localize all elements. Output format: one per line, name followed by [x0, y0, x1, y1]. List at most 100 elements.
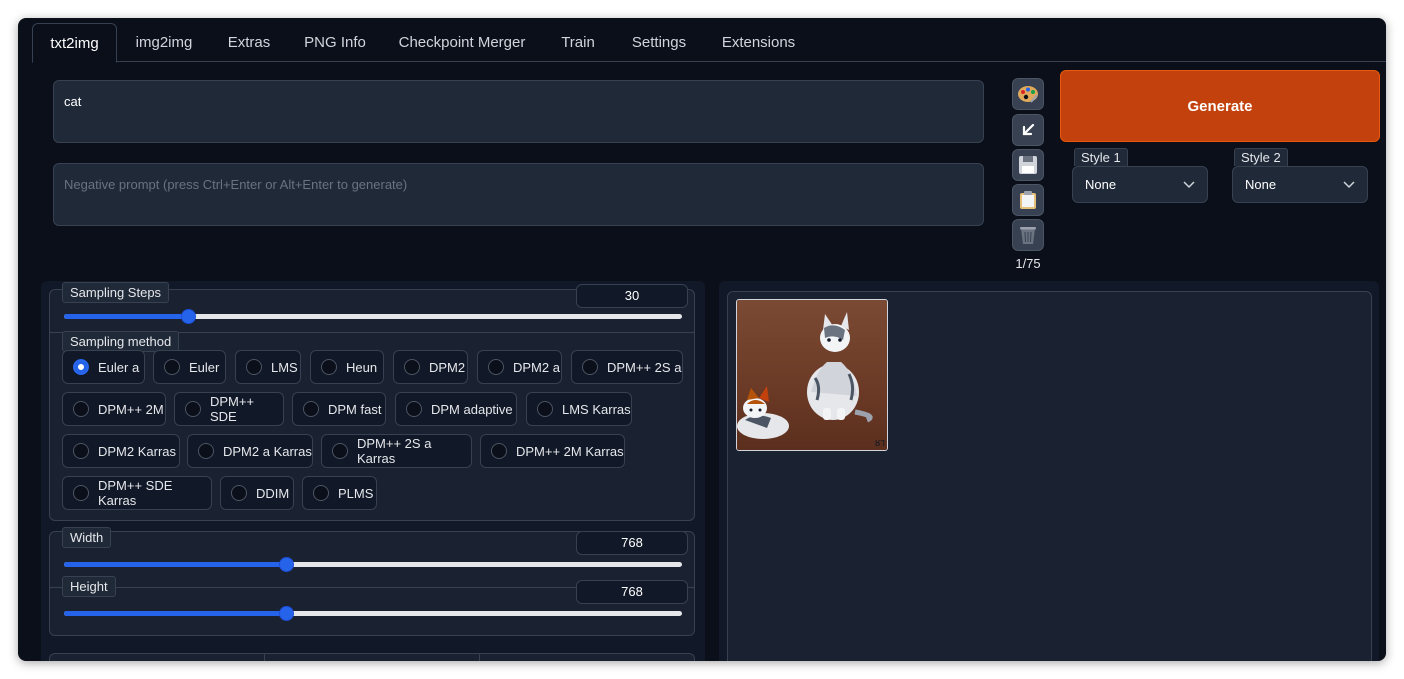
radio-lms[interactable]: LMS: [235, 350, 301, 384]
save-style-button[interactable]: [1012, 149, 1044, 181]
clipboard-icon: [1020, 191, 1036, 209]
height-label: Height: [62, 576, 116, 597]
radio-dot: [231, 485, 247, 501]
style-2-label: Style 2: [1234, 148, 1288, 166]
settings-panel: Sampling Steps 30 Sampling method Euler …: [41, 281, 705, 661]
chevron-down-icon: [1343, 181, 1355, 189]
radio-dot: [303, 401, 319, 417]
radio-dot: [73, 443, 89, 459]
svg-text:LЯ: LЯ: [875, 438, 885, 447]
style-1-select[interactable]: None: [1072, 166, 1208, 203]
negative-prompt-input[interactable]: Negative prompt (press Ctrl+Enter or Alt…: [53, 163, 984, 226]
style-1-label: Style 1: [1074, 148, 1128, 166]
output-image-thumbnail[interactable]: LЯ: [736, 299, 888, 451]
arrow-down-left-icon: [1022, 123, 1035, 136]
radio-euler-a[interactable]: Euler a: [62, 350, 145, 384]
height-thumb[interactable]: [279, 606, 295, 621]
height-slider[interactable]: [64, 606, 682, 621]
style-1-value: None: [1085, 177, 1117, 192]
radio-label: DPM2 a: [513, 359, 560, 375]
radio-dot: [406, 401, 422, 417]
radio-heun[interactable]: Heun: [310, 350, 384, 384]
tab-train[interactable]: Train: [545, 23, 611, 62]
save-icon: [1019, 156, 1037, 174]
generate-button[interactable]: Generate: [1060, 70, 1380, 142]
chevron-down-icon: [1183, 181, 1195, 189]
height-fill: [64, 611, 287, 616]
radio-dpm2-a[interactable]: DPM2 a: [477, 350, 562, 384]
radio-dot: [332, 443, 348, 459]
radio-dot: [164, 359, 180, 375]
radio-dpmpp-2s-a[interactable]: DPM++ 2S a: [571, 350, 683, 384]
tab-txt2img[interactable]: txt2img: [32, 23, 117, 63]
radio-label: DPM++ SDE: [210, 394, 255, 424]
read-params-button[interactable]: [1012, 114, 1044, 146]
radio-dot: [246, 359, 262, 375]
output-panel: LЯ: [719, 281, 1379, 661]
output-gallery: LЯ: [727, 291, 1372, 661]
tab-png-info[interactable]: PNG Info: [291, 23, 379, 62]
radio-dpm-fast[interactable]: DPM fast: [292, 392, 386, 426]
radio-label: DPM fast: [328, 401, 382, 417]
cat-image: LЯ: [737, 300, 887, 450]
width-input[interactable]: 768: [576, 531, 688, 555]
radio-dot: [73, 401, 89, 417]
radio-dpmpp-sde[interactable]: DPM++ SDE: [174, 392, 284, 426]
radio-label: DPM++ 2M: [98, 401, 164, 417]
radio-label: LMS: [271, 359, 298, 375]
radio-label: DPM++ SDE Karras: [98, 478, 173, 508]
palette-icon: [1018, 86, 1038, 103]
radio-label: DPM2 a Karras: [223, 443, 312, 459]
radio-label: DPM++ 2M Karras: [516, 443, 624, 459]
clear-prompt-button[interactable]: [1012, 219, 1044, 251]
radio-dpmpp-2m-karras[interactable]: DPM++ 2M Karras: [480, 434, 625, 468]
radio-label: Euler: [189, 359, 220, 375]
radio-label: LMS Karras: [562, 401, 631, 417]
width-slider[interactable]: [64, 557, 682, 572]
radio-dpm-adaptive[interactable]: DPM adaptive: [395, 392, 517, 426]
sampling-steps-fill: [64, 314, 188, 319]
radio-label: DPM++ 2S a: [607, 359, 682, 375]
radio-lms-karras[interactable]: LMS Karras: [526, 392, 632, 426]
radio-dpm2-karras[interactable]: DPM2 Karras: [62, 434, 180, 468]
radio-dot: [198, 443, 214, 459]
radio-dot: [537, 401, 553, 417]
divider: [479, 654, 480, 661]
sampling-steps-thumb[interactable]: [180, 309, 196, 324]
width-label: Width: [62, 527, 112, 548]
prompt-input[interactable]: cat: [53, 80, 984, 143]
sampling-steps-input[interactable]: 30: [576, 284, 688, 308]
radio-label: DPM2: [429, 359, 466, 375]
tab-checkpoint-merger[interactable]: Checkpoint Merger: [386, 23, 538, 62]
radio-dpmpp-2m[interactable]: DPM++ 2M: [62, 392, 166, 426]
apply-style-button[interactable]: [1012, 184, 1044, 216]
radio-label: DDIM: [256, 485, 290, 501]
width-fill: [64, 562, 287, 567]
sampling-steps-label: Sampling Steps: [62, 282, 170, 303]
radio-dpmpp-sde-karras[interactable]: DPM++ SDE Karras: [62, 476, 212, 510]
sampling-steps-slider[interactable]: [64, 309, 682, 324]
radio-ddim[interactable]: DDIM: [220, 476, 294, 510]
tab-img2img[interactable]: img2img: [119, 23, 209, 62]
radio-plms[interactable]: PLMS: [302, 476, 377, 510]
tab-settings[interactable]: Settings: [617, 23, 701, 62]
radio-label: Heun: [346, 359, 378, 375]
next-options-block: [49, 653, 695, 661]
radio-label: DPM2 Karras: [98, 443, 177, 459]
radio-dpm2[interactable]: DPM2: [393, 350, 468, 384]
radio-dot: [313, 485, 329, 501]
radio-dpmpp-2s-a-karras[interactable]: DPM++ 2S a Karras: [321, 434, 472, 468]
tab-extras[interactable]: Extras: [214, 23, 284, 62]
radio-dot: [582, 359, 598, 375]
radio-dot: [488, 359, 504, 375]
palette-button[interactable]: [1012, 78, 1044, 110]
tab-extensions[interactable]: Extensions: [708, 23, 809, 62]
radio-dpm2-a-karras[interactable]: DPM2 a Karras: [187, 434, 313, 468]
radio-label: PLMS: [338, 485, 374, 501]
width-thumb[interactable]: [279, 557, 295, 572]
token-counter: 1/75: [1015, 256, 1041, 271]
height-input[interactable]: 768: [576, 580, 688, 604]
style-2-select[interactable]: None: [1232, 166, 1368, 203]
radio-euler[interactable]: Euler: [153, 350, 226, 384]
sampling-method-label: Sampling method: [62, 331, 180, 352]
